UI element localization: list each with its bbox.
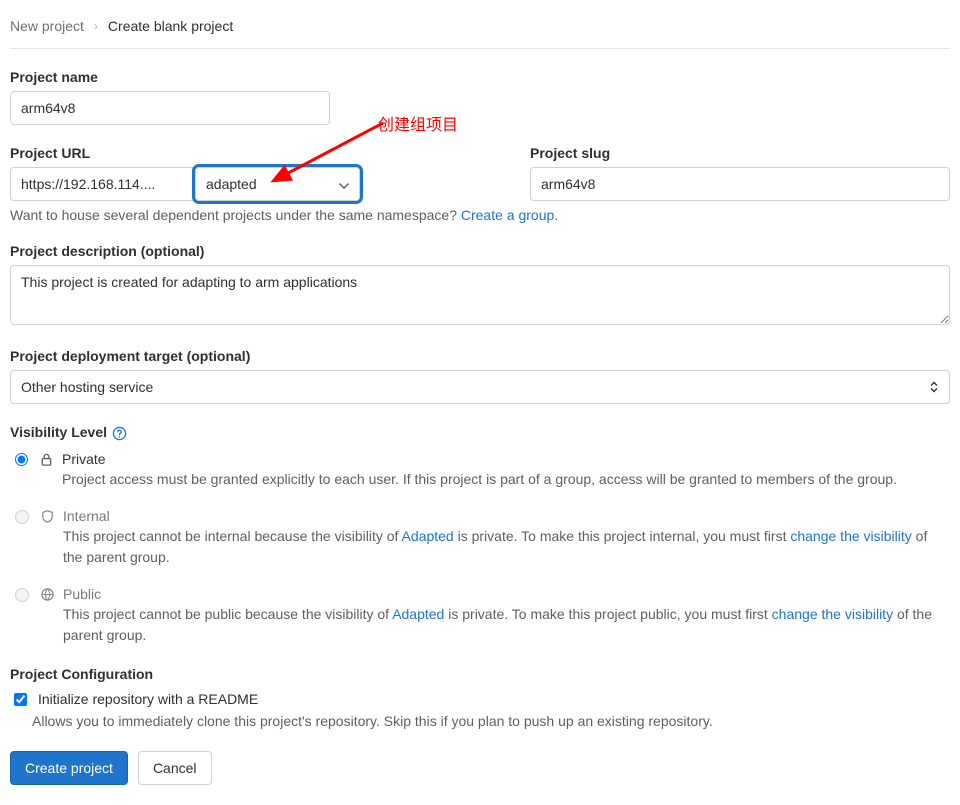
project-name-label: Project name [10,69,950,85]
internal-group-link[interactable]: Adapted [402,528,454,544]
visibility-section: Visibility Level Private Project access … [10,424,950,646]
project-url-col: Project URL https://192.168.114.... adap… [10,145,520,201]
chevron-down-icon [339,176,349,192]
config-label: Project Configuration [10,666,950,682]
deployment-label: Project deployment target (optional) [10,348,950,364]
visibility-internal-title: Internal [63,508,950,524]
breadcrumb-root[interactable]: New project [10,18,84,34]
help-icon[interactable] [112,426,127,441]
project-slug-input[interactable] [530,167,950,201]
public-group-link[interactable]: Adapted [392,606,444,622]
readme-label: Initialize repository with a README [38,691,258,707]
project-slug-col: Project slug [520,145,950,201]
internal-change-visibility-link[interactable]: change the visibility [790,528,911,544]
deployment-select[interactable] [10,370,950,404]
url-slug-row: Project URL https://192.168.114.... adap… [10,145,950,201]
config-section: Project Configuration Initialize reposit… [10,666,950,729]
visibility-internal-radio [15,510,29,524]
visibility-internal: Internal This project cannot be internal… [10,508,950,568]
project-namespace-select[interactable]: adapted [195,167,360,201]
visibility-public: Public This project cannot be public bec… [10,586,950,646]
visibility-public-body: Public This project cannot be public bec… [63,586,950,646]
visibility-public-radio [15,588,29,602]
project-url-prefix: https://192.168.114.... [10,167,195,201]
readme-row: Initialize repository with a README [10,690,950,709]
chevron-right-icon: › [94,19,98,33]
visibility-private-title: Private [62,451,950,467]
cancel-button[interactable]: Cancel [138,751,212,785]
visibility-private-radio[interactable] [15,453,28,466]
visibility-internal-desc: This project cannot be internal because … [63,526,950,568]
project-name-section: Project name [10,69,950,125]
lock-icon [39,452,54,470]
visibility-private-body: Private Project access must be granted e… [62,451,950,490]
namespace-helper: Want to house several dependent projects… [10,207,950,223]
shield-icon [40,509,55,527]
create-group-link[interactable]: Create a group [461,207,554,223]
public-change-visibility-link[interactable]: change the visibility [772,606,893,622]
breadcrumb-current: Create blank project [108,18,233,34]
globe-icon [40,587,55,605]
project-slug-label: Project slug [530,145,950,161]
deployment-select-wrap [10,370,950,404]
visibility-internal-body: Internal This project cannot be internal… [63,508,950,568]
breadcrumb: New project › Create blank project [10,10,950,49]
create-project-button[interactable]: Create project [10,751,128,785]
readme-checkbox[interactable] [14,693,27,706]
description-label: Project description (optional) [10,243,950,259]
visibility-public-title: Public [63,586,950,602]
visibility-label: Visibility Level [10,424,950,441]
project-namespace-selected: adapted [206,176,257,192]
form-actions: Create project Cancel [10,751,950,785]
description-input[interactable]: This project is created for adapting to … [10,265,950,325]
description-section: Project description (optional) This proj… [10,243,950,328]
visibility-public-desc: This project cannot be public because th… [63,604,950,646]
project-name-input[interactable] [10,91,330,125]
visibility-private: Private Project access must be granted e… [10,451,950,490]
deployment-section: Project deployment target (optional) [10,348,950,404]
project-url-label: Project URL [10,145,510,161]
project-url-group: https://192.168.114.... adapted [10,167,510,201]
visibility-private-desc: Project access must be granted explicitl… [62,469,950,490]
readme-help: Allows you to immediately clone this pro… [32,713,950,729]
